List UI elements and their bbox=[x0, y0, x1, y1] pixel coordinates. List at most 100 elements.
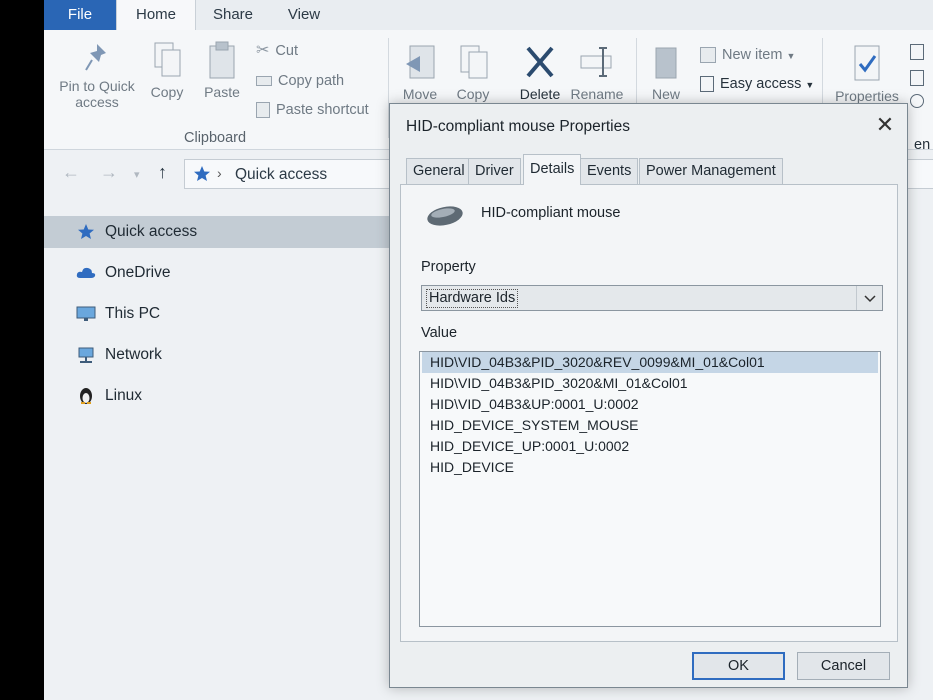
easy-access-icon bbox=[700, 76, 714, 93]
copy-to-label: Copy bbox=[456, 86, 490, 102]
nav-item-label: Network bbox=[105, 346, 162, 363]
pin-icon bbox=[85, 44, 106, 71]
new-folder-icon bbox=[655, 47, 677, 79]
new-item-icon bbox=[700, 47, 716, 64]
nav-item-network[interactable]: Network bbox=[44, 339, 394, 371]
back-arrow-icon[interactable]: ← bbox=[62, 162, 80, 183]
copy-button[interactable]: Copy bbox=[144, 40, 190, 100]
properties-icon bbox=[854, 45, 880, 81]
new-item-button[interactable]: New item ▼ bbox=[700, 44, 795, 66]
nav-item-label: Linux bbox=[105, 387, 143, 404]
device-properties-dialog: HID-compliant mouse Properties ✕ General… bbox=[389, 103, 908, 688]
screen: File Home Share View Pin to Quick access bbox=[0, 0, 933, 700]
nav-item-label: Quick access bbox=[105, 223, 198, 240]
list-item[interactable]: HID\VID_04B3&PID_3020&REV_0099&MI_01&Col… bbox=[422, 352, 878, 373]
rename-icon bbox=[580, 47, 612, 77]
move-to-button[interactable]: Move bbox=[396, 42, 444, 102]
list-item[interactable]: HID_DEVICE bbox=[422, 457, 878, 478]
delete-button[interactable]: Delete bbox=[512, 42, 568, 102]
list-item[interactable]: HID\VID_04B3&UP:0001_U:0002 bbox=[422, 394, 878, 415]
copy-path-label: Copy path bbox=[278, 73, 345, 89]
paste-shortcut-icon bbox=[256, 102, 270, 119]
new-folder-button[interactable]: New bbox=[644, 42, 688, 102]
new-item-label: New item bbox=[722, 47, 783, 63]
forward-arrow-icon[interactable]: → bbox=[100, 162, 118, 183]
pin-label-line2: access bbox=[75, 94, 119, 110]
value-label: Value bbox=[421, 325, 458, 341]
tab-general[interactable]: General bbox=[406, 158, 472, 184]
monitor-icon bbox=[76, 306, 96, 321]
cancel-button[interactable]: Cancel bbox=[797, 652, 890, 680]
cut-button[interactable]: ✂ Cut bbox=[256, 40, 298, 62]
nav-item-quick-access[interactable]: Quick access bbox=[44, 216, 394, 248]
copy-to-icon bbox=[460, 45, 488, 79]
up-arrow-icon[interactable]: ↑ bbox=[158, 162, 167, 183]
tab-power-management[interactable]: Power Management bbox=[639, 158, 783, 184]
properties-label: Properties bbox=[835, 88, 899, 104]
open-icon-stack bbox=[910, 44, 924, 108]
tab-details[interactable]: Details bbox=[523, 154, 582, 185]
copy-path-button[interactable]: Copy path bbox=[256, 70, 344, 92]
recent-chevron-icon[interactable]: ▾ bbox=[134, 168, 140, 181]
paste-icon bbox=[209, 41, 235, 79]
ok-button[interactable]: OK bbox=[692, 652, 785, 680]
document-icon bbox=[910, 44, 924, 60]
star-icon bbox=[78, 224, 94, 239]
rename-button[interactable]: Rename bbox=[568, 42, 626, 102]
nav-item-label: OneDrive bbox=[105, 264, 171, 281]
copy-icon bbox=[154, 42, 181, 77]
property-label: Property bbox=[421, 259, 476, 275]
nav-item-linux[interactable]: Linux bbox=[44, 380, 394, 412]
paste-label: Paste bbox=[204, 84, 240, 100]
move-to-icon bbox=[406, 45, 435, 79]
tab-file[interactable]: File bbox=[44, 0, 116, 30]
cloud-icon bbox=[76, 267, 96, 278]
pin-label-line1: Pin to Quick bbox=[59, 78, 135, 94]
property-dropdown-value: Hardware Ids bbox=[426, 289, 519, 308]
close-icon[interactable]: ✕ bbox=[871, 112, 899, 140]
tab-view[interactable]: View bbox=[276, 0, 332, 30]
penguin-icon bbox=[80, 388, 92, 404]
properties-button[interactable]: Properties bbox=[830, 44, 904, 104]
device-name: HID-compliant mouse bbox=[481, 205, 621, 221]
chevron-down-icon[interactable] bbox=[856, 286, 882, 310]
list-item[interactable]: HID_DEVICE_UP:0001_U:0002 bbox=[422, 436, 878, 457]
navigation-pane: Quick access OneDrive This PC Network Li… bbox=[44, 200, 394, 700]
property-dropdown[interactable]: Hardware Ids bbox=[421, 285, 883, 311]
rename-label: Rename bbox=[570, 86, 624, 102]
network-icon bbox=[78, 347, 94, 363]
delete-icon bbox=[526, 46, 554, 78]
paste-shortcut-label: Paste shortcut bbox=[276, 102, 369, 118]
nav-item-onedrive[interactable]: OneDrive bbox=[44, 257, 394, 289]
easy-access-button[interactable]: Easy access ▼ bbox=[700, 73, 814, 95]
nav-item-this-pc[interactable]: This PC bbox=[44, 298, 394, 330]
list-item[interactable]: HID\VID_04B3&PID_3020&MI_01&Col01 bbox=[422, 373, 878, 394]
move-to-label: Move bbox=[402, 86, 438, 102]
paste-button[interactable]: Paste bbox=[198, 40, 246, 100]
cut-label: Cut bbox=[275, 43, 298, 59]
tab-share[interactable]: Share bbox=[200, 0, 266, 30]
easy-access-label: Easy access bbox=[720, 76, 802, 92]
details-tab-panel: HID-compliant mouse Property Hardware Id… bbox=[400, 184, 898, 642]
value-listbox[interactable]: HID\VID_04B3&PID_3020&REV_0099&MI_01&Col… bbox=[419, 351, 881, 627]
chevron-down-icon: ▼ bbox=[805, 80, 815, 90]
edit-icon bbox=[910, 70, 924, 86]
new-folder-label: New bbox=[651, 86, 680, 102]
nav-item-label: This PC bbox=[105, 305, 161, 322]
list-item[interactable]: HID_DEVICE_SYSTEM_MOUSE bbox=[422, 415, 878, 436]
delete-label: Delete bbox=[519, 86, 561, 102]
clipboard-group-label: Clipboard bbox=[184, 130, 247, 146]
copy-label: Copy bbox=[150, 84, 184, 100]
chevron-down-icon: ▼ bbox=[786, 51, 796, 61]
paste-shortcut-button[interactable]: Paste shortcut bbox=[256, 99, 369, 121]
scissors-icon: ✂ bbox=[256, 42, 270, 60]
pin-to-quick-access-button[interactable]: Pin to Quick access bbox=[52, 40, 142, 110]
tab-home[interactable]: Home bbox=[116, 0, 196, 30]
address-path: Quick access bbox=[235, 166, 328, 183]
tab-events[interactable]: Events bbox=[580, 158, 639, 184]
copy-path-icon bbox=[256, 76, 272, 87]
tab-driver[interactable]: Driver bbox=[468, 158, 521, 184]
copy-to-button[interactable]: Copy bbox=[450, 42, 496, 102]
breadcrumb-chevron-icon[interactable]: › bbox=[217, 165, 222, 181]
ribbon-tab-bar: File Home Share View bbox=[44, 0, 933, 30]
